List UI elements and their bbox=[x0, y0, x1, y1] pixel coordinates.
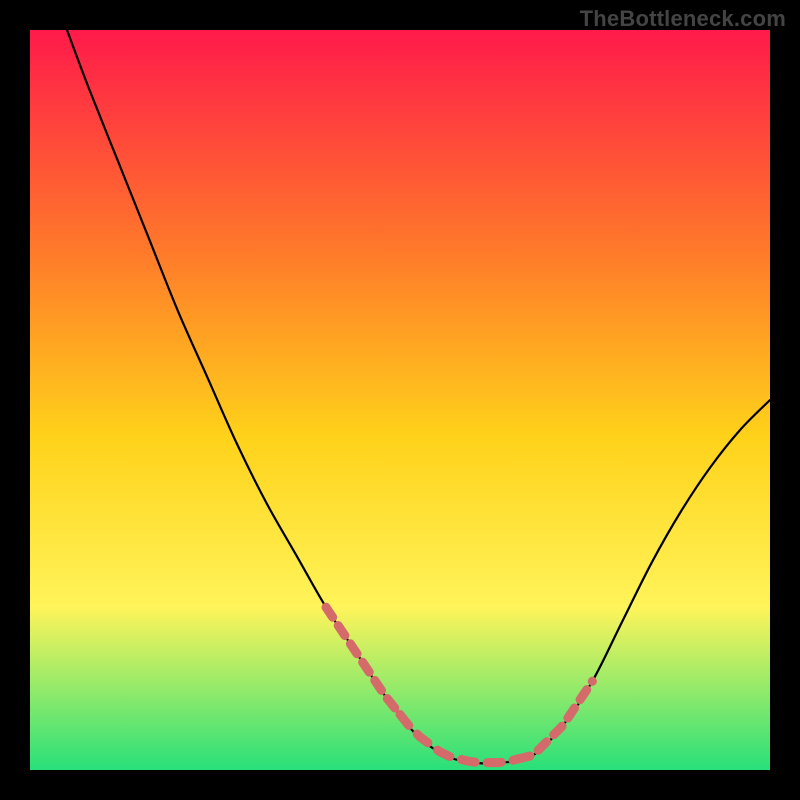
gradient-background bbox=[30, 30, 770, 770]
chart-frame: TheBottleneck.com bbox=[0, 0, 800, 800]
watermark-text: TheBottleneck.com bbox=[580, 6, 786, 32]
plot-area bbox=[30, 30, 770, 770]
bottleneck-chart-svg bbox=[30, 30, 770, 770]
